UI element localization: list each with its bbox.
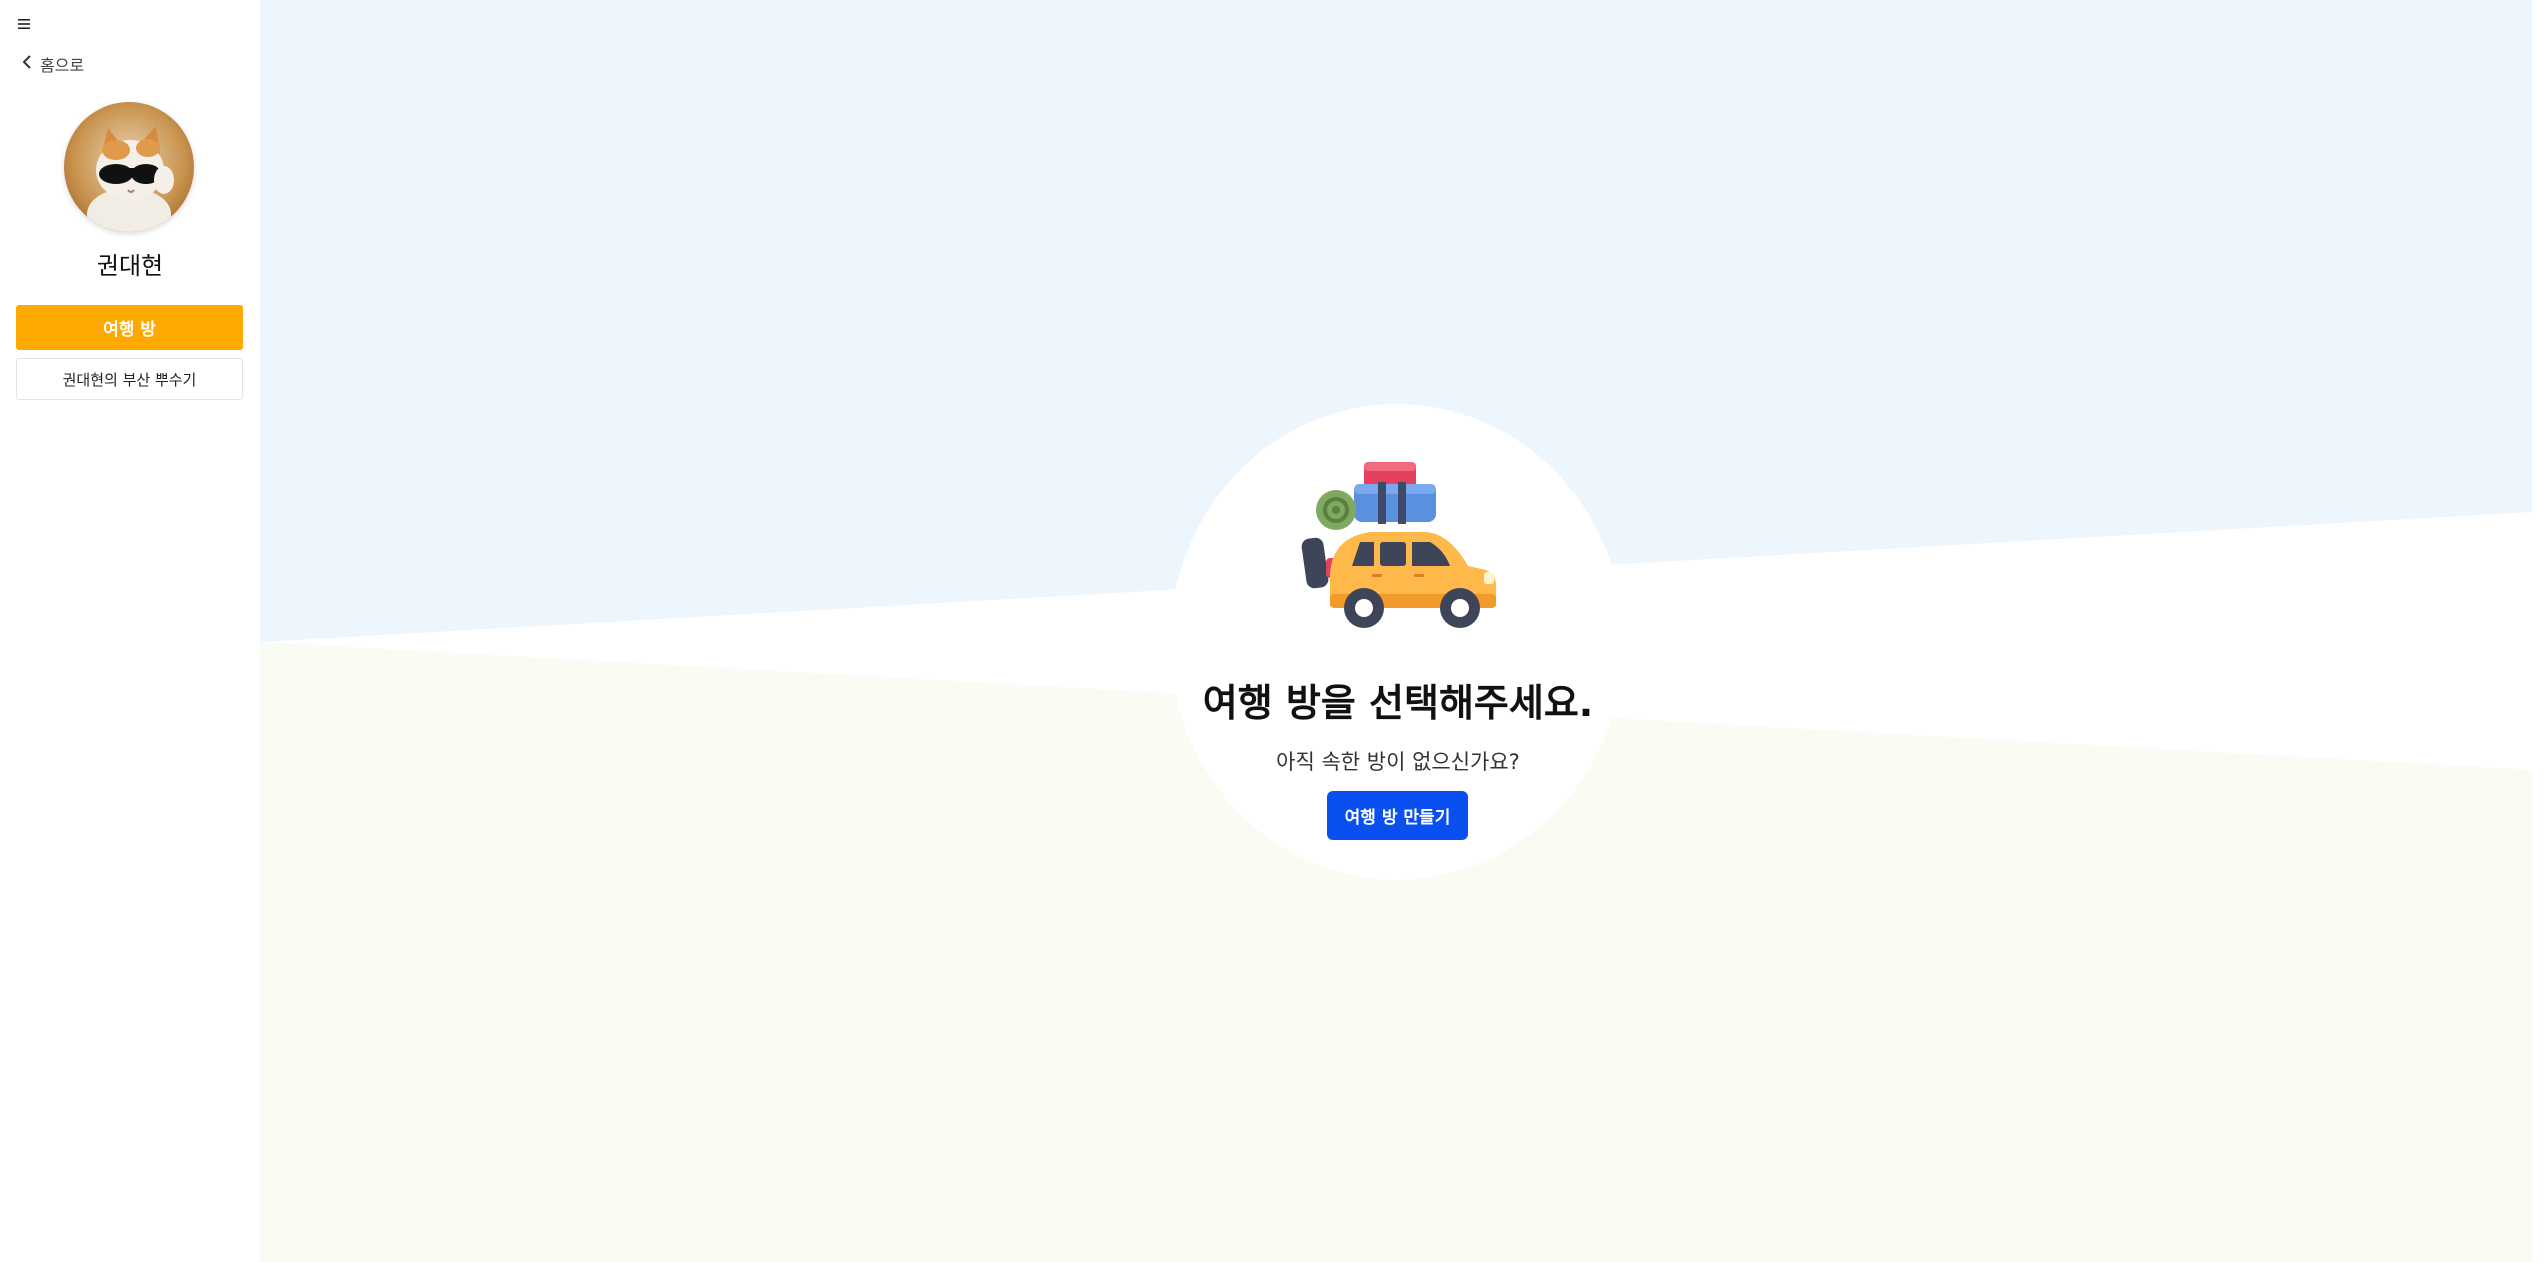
- main-content: 여행 방을 선택해주세요. 아직 속한 방이 없으신가요? 여행 방 만들기: [260, 0, 2532, 1262]
- travel-rooms-button[interactable]: 여행 방: [16, 305, 243, 350]
- select-room-headline: 여행 방을 선택해주세요.: [1202, 681, 1594, 725]
- sidebar: 홈으로 권대현 여행 방 권대현의 부산 뿌수기: [0, 0, 260, 1262]
- avatar: [64, 102, 194, 232]
- back-to-home-link[interactable]: 홈으로: [20, 52, 84, 76]
- right-gutter: [2532, 0, 2548, 1262]
- chevron-left-icon: [20, 53, 34, 75]
- back-link-label: 홈으로: [40, 56, 85, 75]
- app-window: 홈으로 권대현 여행 방 권대현의 부산 뿌수기 여행 방을 선택해주세요. 아…: [0, 0, 2548, 1262]
- create-room-button[interactable]: 여행 방 만들기: [1327, 791, 1468, 840]
- no-room-subline: 아직 속한 방이 없으신가요?: [1276, 750, 1520, 774]
- hamburger-menu-icon[interactable]: [16, 16, 32, 30]
- trip-room-item[interactable]: 권대현의 부산 뿌수기: [16, 358, 243, 400]
- user-name: 권대현: [96, 252, 164, 280]
- car-with-luggage-icon: [1300, 458, 1496, 630]
